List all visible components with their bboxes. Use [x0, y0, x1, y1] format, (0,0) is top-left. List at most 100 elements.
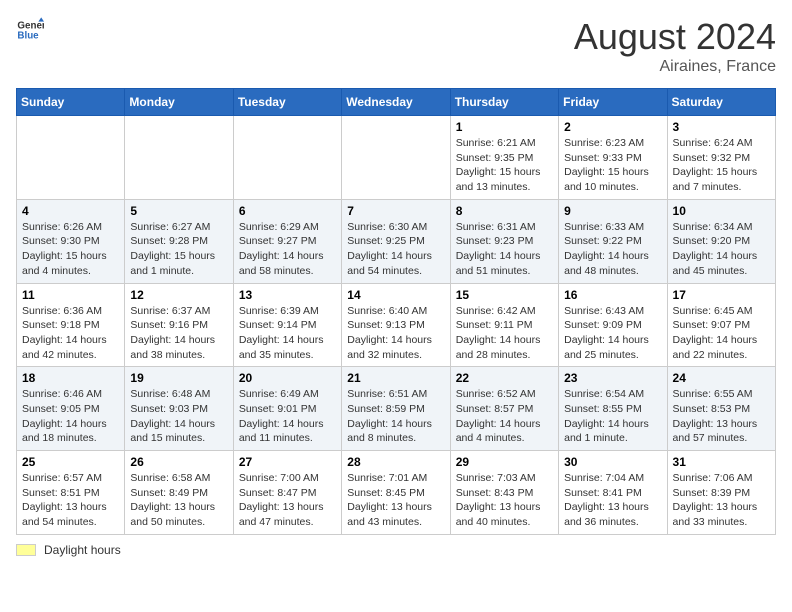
day-info: Sunrise: 7:06 AM Sunset: 8:39 PM Dayligh…	[673, 471, 770, 530]
day-info: Sunrise: 6:27 AM Sunset: 9:28 PM Dayligh…	[130, 220, 227, 279]
day-info: Sunrise: 7:00 AM Sunset: 8:47 PM Dayligh…	[239, 471, 336, 530]
daylight-color-swatch	[16, 544, 36, 556]
day-info: Sunrise: 6:57 AM Sunset: 8:51 PM Dayligh…	[22, 471, 119, 530]
day-info: Sunrise: 7:03 AM Sunset: 8:43 PM Dayligh…	[456, 471, 553, 530]
day-info: Sunrise: 6:58 AM Sunset: 8:49 PM Dayligh…	[130, 471, 227, 530]
calendar-cell: 4 Sunrise: 6:26 AM Sunset: 9:30 PM Daylig…	[17, 199, 125, 283]
day-info: Sunrise: 6:55 AM Sunset: 8:53 PM Dayligh…	[673, 387, 770, 446]
day-number: 25	[22, 455, 119, 469]
day-number: 6	[239, 204, 336, 218]
calendar-footer: Daylight hours	[16, 543, 776, 557]
calendar-cell: 20 Sunrise: 6:49 AM Sunset: 9:01 PM Dayli…	[233, 367, 341, 451]
day-info: Sunrise: 6:23 AM Sunset: 9:33 PM Dayligh…	[564, 136, 661, 195]
calendar-cell: 21 Sunrise: 6:51 AM Sunset: 8:59 PM Dayli…	[342, 367, 450, 451]
day-number: 8	[456, 204, 553, 218]
day-number: 9	[564, 204, 661, 218]
day-info: Sunrise: 6:40 AM Sunset: 9:13 PM Dayligh…	[347, 304, 444, 363]
month-year-title: August 2024	[574, 16, 776, 58]
day-number: 14	[347, 288, 444, 302]
day-info: Sunrise: 6:21 AM Sunset: 9:35 PM Dayligh…	[456, 136, 553, 195]
calendar-cell	[342, 116, 450, 200]
calendar-cell: 12 Sunrise: 6:37 AM Sunset: 9:16 PM Dayli…	[125, 283, 233, 367]
calendar-day-header: Monday	[125, 89, 233, 116]
calendar-cell: 27 Sunrise: 7:00 AM Sunset: 8:47 PM Dayli…	[233, 451, 341, 535]
day-number: 16	[564, 288, 661, 302]
logo-icon: General Blue	[16, 16, 44, 44]
day-number: 21	[347, 371, 444, 385]
day-number: 26	[130, 455, 227, 469]
day-info: Sunrise: 6:30 AM Sunset: 9:25 PM Dayligh…	[347, 220, 444, 279]
day-info: Sunrise: 6:33 AM Sunset: 9:22 PM Dayligh…	[564, 220, 661, 279]
page-header: General Blue August 2024 Airaines, Franc…	[16, 16, 776, 76]
day-number: 23	[564, 371, 661, 385]
day-info: Sunrise: 6:24 AM Sunset: 9:32 PM Dayligh…	[673, 136, 770, 195]
day-info: Sunrise: 6:34 AM Sunset: 9:20 PM Dayligh…	[673, 220, 770, 279]
calendar-cell: 25 Sunrise: 6:57 AM Sunset: 8:51 PM Dayli…	[17, 451, 125, 535]
day-info: Sunrise: 6:37 AM Sunset: 9:16 PM Dayligh…	[130, 304, 227, 363]
calendar-cell: 3Sunrise: 6:24 AM Sunset: 9:32 PM Daylig…	[667, 116, 775, 200]
calendar-cell: 2 Sunrise: 6:23 AM Sunset: 9:33 PM Daylig…	[559, 116, 667, 200]
calendar-cell: 19Sunrise: 6:48 AM Sunset: 9:03 PM Dayli…	[125, 367, 233, 451]
calendar-cell	[125, 116, 233, 200]
day-number: 30	[564, 455, 661, 469]
daylight-label: Daylight hours	[44, 543, 121, 557]
day-number: 13	[239, 288, 336, 302]
calendar-day-header: Thursday	[450, 89, 558, 116]
day-number: 27	[239, 455, 336, 469]
calendar-cell: 1 Sunrise: 6:21 AM Sunset: 9:35 PM Daylig…	[450, 116, 558, 200]
calendar-cell: 7 Sunrise: 6:30 AM Sunset: 9:25 PM Daylig…	[342, 199, 450, 283]
day-number: 31	[673, 455, 770, 469]
day-number: 24	[673, 371, 770, 385]
calendar-cell: 8 Sunrise: 6:31 AM Sunset: 9:23 PM Daylig…	[450, 199, 558, 283]
day-number: 15	[456, 288, 553, 302]
calendar-cell: 15Sunrise: 6:42 AM Sunset: 9:11 PM Dayli…	[450, 283, 558, 367]
calendar-day-header: Tuesday	[233, 89, 341, 116]
calendar-cell: 31 Sunrise: 7:06 AM Sunset: 8:39 PM Dayli…	[667, 451, 775, 535]
location-subtitle: Airaines, France	[574, 58, 776, 76]
day-number: 17	[673, 288, 770, 302]
calendar-week-row: 18Sunrise: 6:46 AM Sunset: 9:05 PM Dayli…	[17, 367, 776, 451]
calendar-day-header: Sunday	[17, 89, 125, 116]
calendar-cell: 16Sunrise: 6:43 AM Sunset: 9:09 PM Dayli…	[559, 283, 667, 367]
calendar-cell: 5 Sunrise: 6:27 AM Sunset: 9:28 PM Daylig…	[125, 199, 233, 283]
calendar-cell: 17 Sunrise: 6:45 AM Sunset: 9:07 PM Dayli…	[667, 283, 775, 367]
day-number: 20	[239, 371, 336, 385]
day-info: Sunrise: 6:49 AM Sunset: 9:01 PM Dayligh…	[239, 387, 336, 446]
calendar-cell: 29 Sunrise: 7:03 AM Sunset: 8:43 PM Dayli…	[450, 451, 558, 535]
day-number: 1	[456, 120, 553, 134]
day-number: 18	[22, 371, 119, 385]
day-info: Sunrise: 6:54 AM Sunset: 8:55 PM Dayligh…	[564, 387, 661, 446]
calendar-cell: 13 Sunrise: 6:39 AM Sunset: 9:14 PM Dayli…	[233, 283, 341, 367]
day-number: 2	[564, 120, 661, 134]
day-info: Sunrise: 7:01 AM Sunset: 8:45 PM Dayligh…	[347, 471, 444, 530]
day-number: 4	[22, 204, 119, 218]
day-info: Sunrise: 6:29 AM Sunset: 9:27 PM Dayligh…	[239, 220, 336, 279]
calendar-cell: 10 Sunrise: 6:34 AM Sunset: 9:20 PM Dayli…	[667, 199, 775, 283]
day-number: 7	[347, 204, 444, 218]
day-info: Sunrise: 6:39 AM Sunset: 9:14 PM Dayligh…	[239, 304, 336, 363]
day-info: Sunrise: 6:51 AM Sunset: 8:59 PM Dayligh…	[347, 387, 444, 446]
day-info: Sunrise: 6:31 AM Sunset: 9:23 PM Dayligh…	[456, 220, 553, 279]
calendar-cell: 11Sunrise: 6:36 AM Sunset: 9:18 PM Dayli…	[17, 283, 125, 367]
day-info: Sunrise: 6:26 AM Sunset: 9:30 PM Dayligh…	[22, 220, 119, 279]
calendar-cell: 9 Sunrise: 6:33 AM Sunset: 9:22 PM Daylig…	[559, 199, 667, 283]
day-number: 10	[673, 204, 770, 218]
calendar-cell: 18Sunrise: 6:46 AM Sunset: 9:05 PM Dayli…	[17, 367, 125, 451]
calendar-cell: 22Sunrise: 6:52 AM Sunset: 8:57 PM Dayli…	[450, 367, 558, 451]
day-info: Sunrise: 6:45 AM Sunset: 9:07 PM Dayligh…	[673, 304, 770, 363]
calendar-week-row: 25 Sunrise: 6:57 AM Sunset: 8:51 PM Dayli…	[17, 451, 776, 535]
day-info: Sunrise: 6:52 AM Sunset: 8:57 PM Dayligh…	[456, 387, 553, 446]
calendar-day-header: Friday	[559, 89, 667, 116]
calendar-cell: 14 Sunrise: 6:40 AM Sunset: 9:13 PM Dayli…	[342, 283, 450, 367]
calendar-day-header: Wednesday	[342, 89, 450, 116]
svg-text:Blue: Blue	[17, 30, 39, 41]
calendar-day-header: Saturday	[667, 89, 775, 116]
calendar-table: SundayMondayTuesdayWednesdayThursdayFrid…	[16, 88, 776, 535]
calendar-cell: 6 Sunrise: 6:29 AM Sunset: 9:27 PM Daylig…	[233, 199, 341, 283]
calendar-cell	[233, 116, 341, 200]
day-number: 5	[130, 204, 227, 218]
day-number: 29	[456, 455, 553, 469]
calendar-week-row: 4 Sunrise: 6:26 AM Sunset: 9:30 PM Daylig…	[17, 199, 776, 283]
day-number: 12	[130, 288, 227, 302]
day-number: 28	[347, 455, 444, 469]
